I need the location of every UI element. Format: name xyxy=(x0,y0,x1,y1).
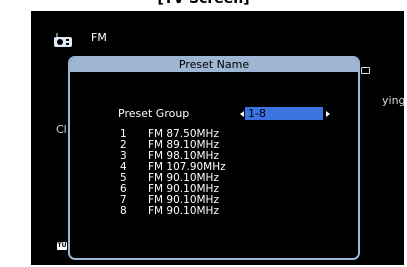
screen-icon xyxy=(361,67,370,74)
preset-item[interactable]: 8 FM 90.10MHz xyxy=(120,206,226,217)
background-text-right: ying xyxy=(382,94,404,107)
preset-name-dialog: Preset Name Preset Group 1-8 1 FM 87.50MH… xyxy=(68,56,360,260)
preset-group-label: Preset Group xyxy=(118,107,190,120)
preset-list: 1 FM 87.50MHz 2 FM 89.10MHz 3 FM 98.10MHz 4… xyxy=(120,129,226,217)
preset-number: 8 xyxy=(120,205,127,217)
source-label: FM xyxy=(91,31,107,44)
arrow-right-icon[interactable] xyxy=(326,111,330,117)
dialog-title: Preset Name xyxy=(70,58,358,72)
arrow-left-icon[interactable] xyxy=(240,111,244,117)
preset-group-row[interactable]: Preset Group 1-8 xyxy=(118,107,358,121)
tv-screen: FM Cl ying TU Preset Name Preset Group 1… xyxy=(31,11,404,265)
tuner-badge: TU xyxy=(57,242,67,250)
preset-station: FM 90.10MHz xyxy=(148,205,219,217)
preset-group-selector[interactable]: 1-8 xyxy=(245,107,323,120)
background-text-left: Cl xyxy=(56,123,67,136)
radio-icon xyxy=(54,33,72,47)
screen-caption: [TV Screen] xyxy=(0,0,407,11)
